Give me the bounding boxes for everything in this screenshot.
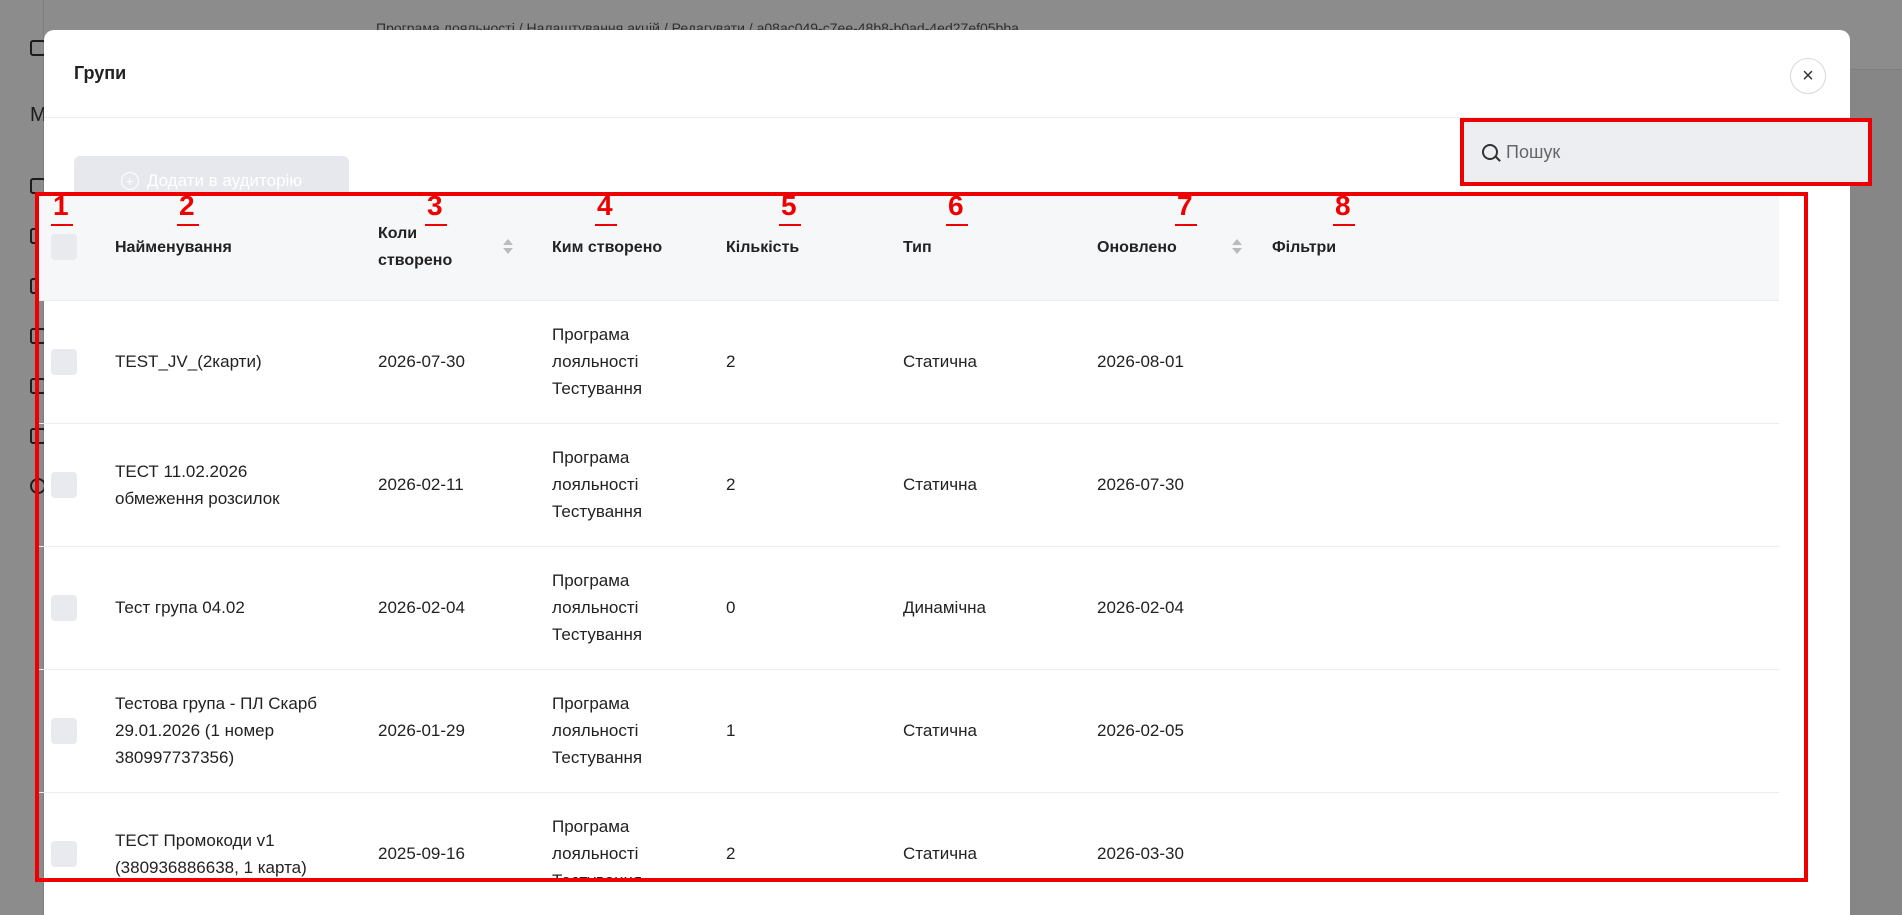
row-created-by: Тестування xyxy=(552,625,643,644)
modal-title: Групи xyxy=(74,63,127,83)
column-number-underline xyxy=(946,224,968,226)
row-created-by: Програма xyxy=(552,817,630,836)
header-created-by: Ким створено xyxy=(552,239,663,256)
row-count: 2 xyxy=(726,352,736,371)
row-name: 29.01.2026 (1 номер xyxy=(115,721,275,740)
row-created-by: лояльності xyxy=(552,844,639,863)
groups-table: 1 2 3 4 5 6 7 8 Найменування Коли створе… xyxy=(39,196,1779,882)
row-created: 2026-01-29 xyxy=(378,721,465,740)
row-count: 1 xyxy=(726,721,736,740)
close-button[interactable]: × xyxy=(1790,58,1826,94)
table-row[interactable]: ТЕСТ Промокоди v1 (380936886638, 1 карта… xyxy=(39,793,1779,882)
row-created-by: Програма xyxy=(552,571,630,590)
row-checkbox[interactable] xyxy=(51,718,77,744)
column-number: 8 xyxy=(1335,192,1351,221)
row-created-by: Тестування xyxy=(552,748,643,767)
column-number-underline xyxy=(177,224,199,226)
header-created-line1[interactable]: Коли xyxy=(378,220,417,247)
row-name: Тестова група - ПЛ Скарб xyxy=(115,694,318,713)
row-updated: 2026-02-05 xyxy=(1097,721,1184,740)
row-name: 380997737356) xyxy=(115,748,235,767)
header-filters: Фільтри xyxy=(1272,239,1337,256)
row-created-by: Програма xyxy=(552,448,630,467)
row-created: 2025-09-16 xyxy=(378,844,465,863)
sort-icon[interactable] xyxy=(1232,238,1242,256)
row-created: 2026-02-11 xyxy=(378,475,464,494)
table-row[interactable]: Тест група 04.02 2026-02-04 Програма лоя… xyxy=(39,547,1779,670)
row-type: Статична xyxy=(903,844,977,863)
row-checkbox[interactable] xyxy=(51,595,77,621)
table-header: 1 2 3 4 5 6 7 8 Найменування Коли створе… xyxy=(39,196,1779,301)
column-number-underline xyxy=(425,224,447,226)
column-number-underline xyxy=(1333,224,1355,226)
groups-table-highlight: 1 2 3 4 5 6 7 8 Найменування Коли створе… xyxy=(35,192,1808,882)
row-checkbox[interactable] xyxy=(51,472,77,498)
search-input[interactable] xyxy=(1506,141,1836,163)
modal-header: Групи × xyxy=(44,30,1850,118)
row-name: обмеження розсилок xyxy=(115,489,280,508)
row-type: Статична xyxy=(903,475,977,494)
column-number: 4 xyxy=(597,192,613,221)
row-name: ТЕСТ Промокоди v1 xyxy=(115,831,275,850)
row-checkbox[interactable] xyxy=(51,349,77,375)
row-updated: 2026-07-30 xyxy=(1097,475,1184,494)
column-number: 2 xyxy=(179,192,195,221)
row-created-by: Тестування xyxy=(552,502,643,521)
row-type: Статична xyxy=(903,721,977,740)
column-number: 5 xyxy=(781,192,797,221)
row-updated: 2026-03-30 xyxy=(1097,844,1184,863)
row-created-by: Тестування xyxy=(552,871,643,882)
header-count: Кількість xyxy=(726,239,800,256)
row-created: 2026-02-04 xyxy=(378,598,465,617)
row-created-by: Програма xyxy=(552,694,630,713)
plus-circle-icon: + xyxy=(120,172,139,190)
row-updated: 2026-02-04 xyxy=(1097,598,1184,617)
header-created-line2[interactable]: створено xyxy=(378,247,452,274)
table-row[interactable]: Тестова група - ПЛ Скарб 29.01.2026 (1 н… xyxy=(39,670,1779,793)
column-number: 1 xyxy=(53,192,69,221)
select-all-checkbox[interactable] xyxy=(51,234,77,260)
row-count: 0 xyxy=(726,598,736,617)
search-highlight xyxy=(1460,118,1872,186)
row-type: Статична xyxy=(903,352,977,371)
header-updated[interactable]: Оновлено xyxy=(1097,234,1177,261)
row-created: 2026-07-30 xyxy=(378,352,465,371)
column-number-underline xyxy=(779,224,801,226)
header-type: Тип xyxy=(903,239,932,256)
row-count: 2 xyxy=(726,475,736,494)
row-name: TEST_JV_(2карти) xyxy=(115,352,262,371)
column-number-underline xyxy=(595,224,617,226)
row-name: Тест група 04.02 xyxy=(115,598,245,617)
column-number-underline xyxy=(1175,224,1197,226)
row-created-by: Тестування xyxy=(552,379,643,398)
row-count: 2 xyxy=(726,844,736,863)
row-name: (380936886638, 1 карта) xyxy=(115,858,307,877)
add-to-audience-label: Додати в аудиторію xyxy=(146,171,303,190)
row-type: Динамічна xyxy=(903,598,987,617)
row-created-by: лояльності xyxy=(552,598,639,617)
row-updated: 2026-08-01 xyxy=(1097,352,1184,371)
header-name[interactable]: Найменування xyxy=(115,234,232,261)
column-number-underline xyxy=(51,224,73,226)
row-created-by: лояльності xyxy=(552,475,639,494)
sort-icon[interactable] xyxy=(503,238,513,256)
row-checkbox[interactable] xyxy=(51,841,77,867)
row-created-by: лояльності xyxy=(552,721,639,740)
column-number: 6 xyxy=(948,192,964,221)
row-created-by: Програма xyxy=(552,325,630,344)
table-row[interactable]: ТЕСТ 11.02.2026 обмеження розсилок 2026-… xyxy=(39,424,1779,547)
column-number: 3 xyxy=(427,192,443,221)
column-number: 7 xyxy=(1177,192,1193,221)
row-created-by: лояльності xyxy=(552,352,639,371)
search-box[interactable] xyxy=(1464,122,1868,182)
table-row[interactable]: TEST_JV_(2карти) 2026-07-30 Програма лоя… xyxy=(39,301,1779,424)
close-icon: × xyxy=(1802,64,1814,87)
row-name: ТЕСТ 11.02.2026 xyxy=(115,462,248,481)
search-icon xyxy=(1482,144,1498,160)
